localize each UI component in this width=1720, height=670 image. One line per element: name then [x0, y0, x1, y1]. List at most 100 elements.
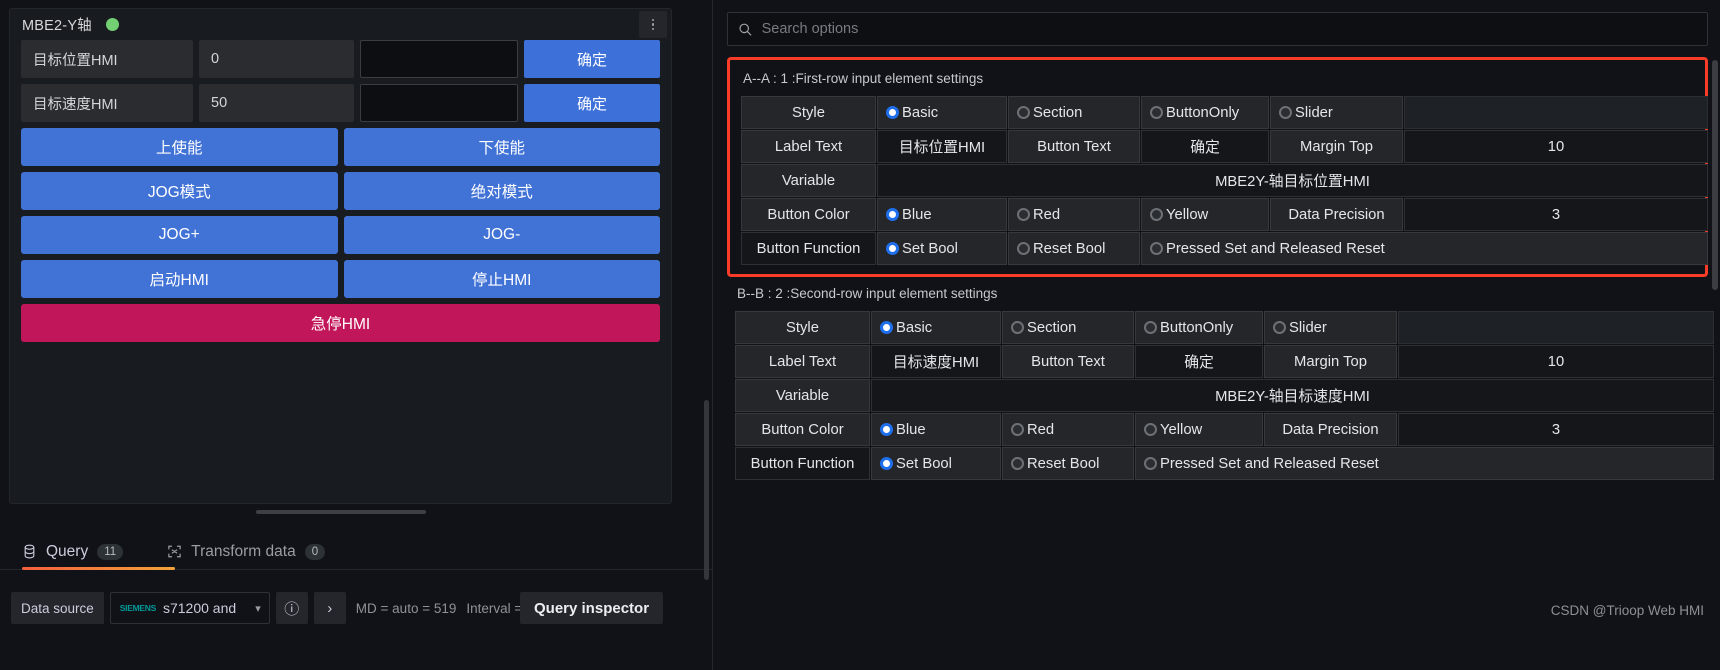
option-label: Set Bool	[902, 240, 958, 257]
options-pane-scrollbar[interactable]	[1712, 60, 1718, 290]
status-indicator-dot	[105, 18, 119, 31]
value-target-speed: 50	[199, 84, 354, 122]
search-options-box[interactable]	[727, 12, 1708, 46]
tab-query-label: Query	[46, 542, 89, 560]
row-label-button-text: Button Text	[1002, 345, 1134, 378]
input-target-speed[interactable]	[360, 84, 518, 122]
option-label: Pressed Set and Released Reset	[1166, 240, 1385, 257]
option-label: Basic	[896, 319, 933, 336]
table-row: Button Color Blue Red Yellow Data Precis…	[735, 413, 1714, 446]
option-color-red[interactable]: Red	[1008, 198, 1140, 231]
radio-icon	[886, 241, 899, 255]
chevron-down-icon: ▾	[255, 602, 261, 615]
help-circle-icon[interactable]: ⓘ	[275, 592, 308, 624]
editor-tabs: Query 11 Transform data 0	[0, 534, 712, 570]
input-row-1: 目标位置HMI 0 确定	[21, 40, 660, 78]
option-style-buttononly[interactable]: ButtonOnly	[1135, 311, 1263, 344]
radio-icon	[1279, 105, 1292, 119]
option-func-pressed-set-released-reset[interactable]: Pressed Set and Released Reset	[1135, 447, 1714, 480]
option-style-basic[interactable]: Basic	[877, 96, 1007, 129]
table-row: Style Basic Section ButtonOnly Slider	[735, 311, 1714, 344]
section-b: B--B : 2 :Second-row input element setti…	[727, 277, 1714, 481]
section-b-table: Style Basic Section ButtonOnly Slider La…	[734, 310, 1715, 481]
button-start-hmi[interactable]: 启动HMI	[21, 260, 338, 298]
option-style-slider[interactable]: Slider	[1264, 311, 1397, 344]
app-root: MBE2-Y轴 目标位置HMI 0 确定 目标速度HMI 50 确定 上使能 下…	[0, 0, 1720, 670]
option-style-slider[interactable]: Slider	[1270, 96, 1403, 129]
option-color-blue[interactable]: Blue	[871, 413, 1001, 446]
kebab-menu-icon[interactable]	[639, 11, 667, 38]
interval-text: Interval =	[466, 600, 523, 616]
radio-icon	[1017, 105, 1030, 119]
value-label-text[interactable]: 目标位置HMI	[877, 130, 1007, 163]
row-label-margin-top: Margin Top	[1264, 345, 1397, 378]
tab-query[interactable]: Query 11	[22, 534, 137, 569]
option-label: Yellow	[1160, 421, 1203, 438]
option-label: Red	[1033, 206, 1061, 223]
value-label-text[interactable]: 目标速度HMI	[871, 345, 1001, 378]
table-row: Variable MBE2Y-轴目标速度HMI	[735, 379, 1714, 412]
value-margin-top[interactable]: 10	[1404, 130, 1708, 163]
row-label-variable: Variable	[735, 379, 870, 412]
option-label: Section	[1033, 104, 1083, 121]
option-label: Set Bool	[896, 455, 952, 472]
database-icon	[24, 544, 35, 559]
value-variable[interactable]: MBE2Y-轴目标速度HMI	[871, 379, 1714, 412]
radio-icon	[1150, 207, 1163, 221]
options-pane: A--A : 1 :First-row input element settin…	[712, 0, 1720, 670]
tab-transform-count: 0	[304, 543, 326, 560]
button-jog-minus[interactable]: JOG-	[343, 216, 660, 254]
section-a-title: A--A : 1 :First-row input element settin…	[743, 71, 984, 86]
value-button-text[interactable]: 确定	[1141, 130, 1269, 163]
button-row-jog: JOG+ JOG-	[21, 216, 660, 254]
button-enable-up[interactable]: 上使能	[21, 128, 338, 166]
option-label: ButtonOnly	[1160, 319, 1234, 336]
value-variable[interactable]: MBE2Y-轴目标位置HMI	[877, 164, 1708, 197]
search-input[interactable]	[761, 21, 1697, 37]
input-target-position[interactable]	[360, 40, 518, 78]
section-b-title: B--B : 2 :Second-row input element setti…	[737, 286, 998, 301]
button-row-mode: JOG模式 绝对模式	[21, 172, 660, 210]
option-func-setbool[interactable]: Set Bool	[877, 232, 1007, 265]
button-enable-down[interactable]: 下使能	[343, 128, 660, 166]
button-jog-plus[interactable]: JOG+	[21, 216, 338, 254]
table-row: Label Text 目标位置HMI Button Text 确定 Margin…	[741, 130, 1708, 163]
confirm-button-2[interactable]: 确定	[524, 84, 660, 122]
option-label: Slider	[1295, 104, 1333, 121]
button-absolute-mode[interactable]: 绝对模式	[343, 172, 660, 210]
option-func-setbool[interactable]: Set Bool	[871, 447, 1001, 480]
radio-icon	[880, 456, 893, 470]
option-color-blue[interactable]: Blue	[877, 198, 1007, 231]
panel-horizontal-scrollbar[interactable]	[255, 510, 426, 514]
row-label-margin-top: Margin Top	[1270, 130, 1403, 163]
empty-cell	[1398, 311, 1714, 344]
option-func-resetbool[interactable]: Reset Bool	[1002, 447, 1134, 480]
option-func-pressed-set-released-reset[interactable]: Pressed Set and Released Reset	[1141, 232, 1708, 265]
query-inspector-button[interactable]: Query inspector	[520, 592, 664, 624]
table-row: Variable MBE2Y-轴目标位置HMI	[741, 164, 1708, 197]
button-stop-hmi[interactable]: 停止HMI	[343, 260, 660, 298]
value-margin-top[interactable]: 10	[1398, 345, 1714, 378]
left-pane-scrollbar[interactable]	[704, 400, 709, 580]
data-source-value: s71200 and	[162, 600, 237, 616]
option-style-section[interactable]: Section	[1008, 96, 1140, 129]
button-jog-mode[interactable]: JOG模式	[21, 172, 338, 210]
value-button-text[interactable]: 确定	[1135, 345, 1263, 378]
tab-transform-data[interactable]: Transform data 0	[167, 534, 339, 569]
row-label-button-function: Button Function	[741, 232, 876, 265]
option-style-basic[interactable]: Basic	[871, 311, 1001, 344]
option-color-yellow[interactable]: Yellow	[1141, 198, 1269, 231]
option-color-yellow[interactable]: Yellow	[1135, 413, 1263, 446]
chevron-right-icon[interactable]: ›	[313, 592, 346, 624]
value-data-precision[interactable]: 3	[1398, 413, 1714, 446]
confirm-button-1[interactable]: 确定	[524, 40, 660, 78]
option-color-red[interactable]: Red	[1002, 413, 1134, 446]
button-emergency-stop[interactable]: 急停HMI	[21, 304, 660, 342]
data-source-select[interactable]: SIEMENS s71200 and ▾	[109, 592, 270, 624]
siemens-logo: SIEMENS	[119, 603, 156, 613]
value-data-precision[interactable]: 3	[1404, 198, 1708, 231]
option-style-section[interactable]: Section	[1002, 311, 1134, 344]
option-style-buttononly[interactable]: ButtonOnly	[1141, 96, 1269, 129]
option-label: Blue	[896, 421, 926, 438]
option-func-resetbool[interactable]: Reset Bool	[1008, 232, 1140, 265]
